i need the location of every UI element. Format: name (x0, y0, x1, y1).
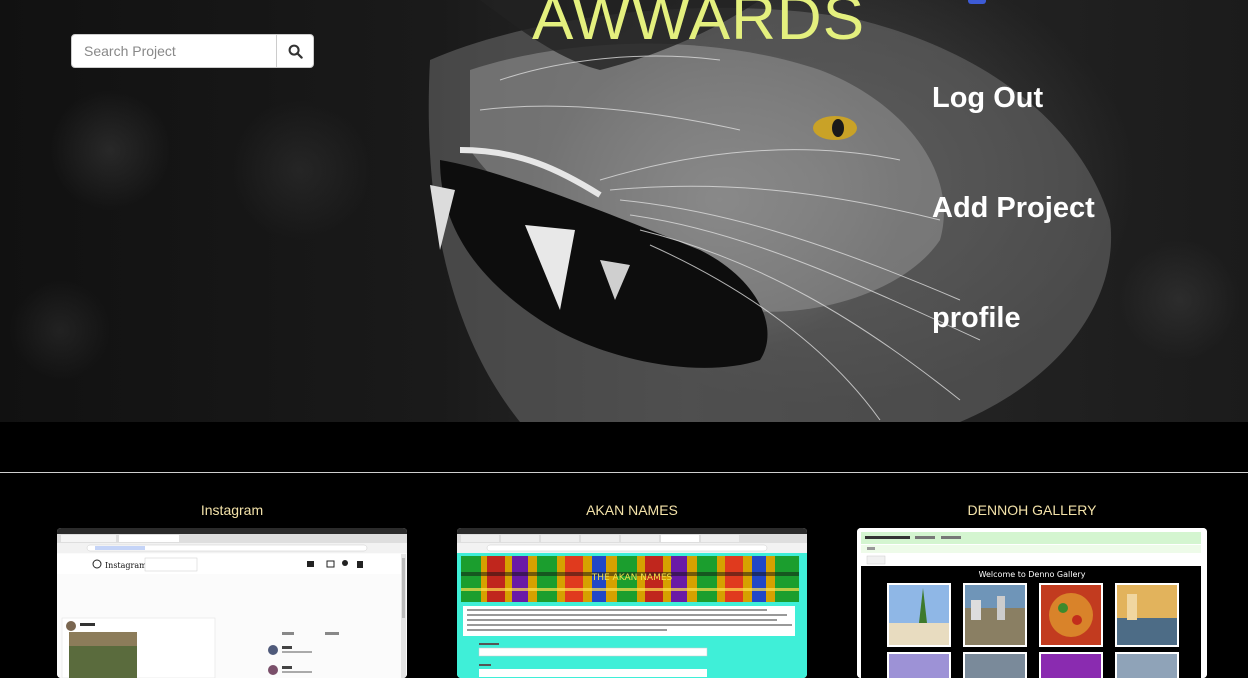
profile-link[interactable]: profile (932, 302, 1021, 335)
project-card-akan-names: AKAN NAMES THE AKAN NAMES (457, 500, 807, 678)
project-title[interactable]: AKAN NAMES (457, 500, 807, 520)
svg-text:Welcome to Denno Gallery: Welcome to Denno Gallery (979, 570, 1086, 579)
logout-link[interactable]: Log Out (932, 82, 1043, 115)
section-divider (0, 472, 1248, 473)
instagram-screenshot-image: Instagram (57, 528, 407, 678)
dennoh-gallery-screenshot-image: Welcome to Denno Gallery (857, 528, 1207, 678)
project-screenshot[interactable]: Welcome to Denno Gallery (857, 528, 1207, 678)
svg-text:THE AKAN NAMES: THE AKAN NAMES (591, 573, 673, 583)
project-screenshot[interactable]: Instagram (57, 528, 407, 678)
project-card-instagram: Instagram Instagram (57, 500, 407, 678)
svg-text:Instagram: Instagram (105, 561, 147, 570)
nav-overflow-indicator (968, 0, 986, 4)
search-button[interactable] (276, 35, 313, 67)
akan-names-screenshot-image: THE AKAN NAMES (457, 528, 807, 678)
hero-banner: AWWARDS Log Out Add Project profile (0, 0, 1248, 422)
add-project-link[interactable]: Add Project (932, 192, 1095, 225)
project-card-dennoh-gallery: DENNOH GALLERY Welcome to Denno Gallery (857, 500, 1207, 678)
project-title[interactable]: DENNOH GALLERY (857, 500, 1207, 520)
search-form (71, 34, 314, 68)
search-input[interactable] (72, 35, 276, 67)
project-title[interactable]: Instagram (57, 500, 407, 520)
site-logo[interactable]: AWWARDS (532, 0, 865, 50)
project-screenshot[interactable]: THE AKAN NAMES (457, 528, 807, 678)
search-icon (288, 44, 303, 59)
